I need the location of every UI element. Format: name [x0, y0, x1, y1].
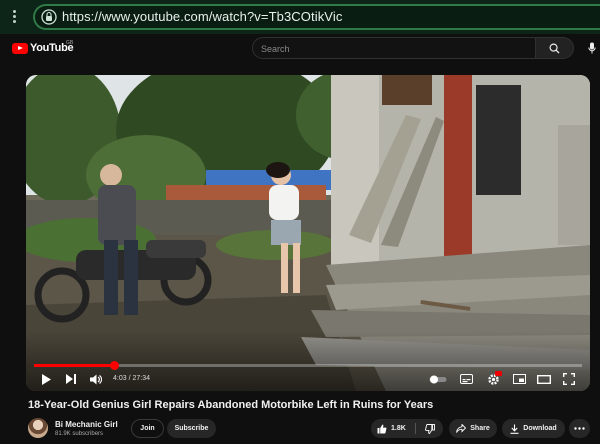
channel-name[interactable]: Bi Mechanic Girl — [55, 420, 118, 429]
download-button[interactable]: Download — [502, 419, 565, 438]
download-icon — [510, 424, 519, 434]
like-count: 1.8K — [391, 425, 406, 432]
fullscreen-icon — [563, 373, 575, 385]
video-player[interactable]: 4:03 / 27:34 — [26, 75, 590, 391]
share-button[interactable]: Share — [449, 419, 497, 438]
thumbs-up-icon — [377, 424, 387, 433]
subtitles-button[interactable] — [458, 370, 474, 388]
video-title: 18-Year-Old Genius Girl Repairs Abandone… — [28, 399, 434, 411]
subscriber-count: 81.9K subscribers — [55, 431, 104, 437]
url-text[interactable]: https://www.youtube.com/watch?v=Tb3COtik… — [62, 9, 342, 24]
next-button[interactable] — [63, 370, 79, 388]
autoplay-toggle-icon — [429, 375, 447, 383]
youtube-play-logo-icon — [12, 42, 28, 54]
next-icon — [65, 374, 76, 384]
miniplayer-button[interactable] — [511, 370, 527, 388]
subtitles-icon — [459, 374, 473, 384]
volume-button[interactable] — [88, 370, 104, 388]
share-label: Share — [470, 425, 490, 432]
scrubber-handle[interactable] — [110, 361, 119, 370]
search-input[interactable] — [261, 42, 521, 55]
browser-toolbar: https://www.youtube.com/watch?v=Tb3COtik… — [0, 0, 600, 34]
miniplayer-icon — [512, 374, 526, 384]
youtube-logo[interactable]: YouTube — [12, 42, 74, 54]
dislike-button[interactable] — [417, 419, 443, 438]
volume-icon — [90, 374, 102, 384]
controls-gradient — [26, 331, 590, 391]
progress-played — [34, 364, 114, 367]
youtube-header: YouTube GB — [0, 34, 600, 64]
region-code: GB — [66, 40, 74, 46]
site-info-icon[interactable] — [41, 9, 57, 25]
join-button[interactable]: Join — [131, 419, 164, 438]
theater-icon — [537, 374, 551, 384]
like-dislike-group: 1.8K — [371, 419, 443, 438]
theater-mode-button[interactable] — [536, 370, 552, 388]
search-icon — [549, 43, 560, 54]
time-display: 4:03 / 27:34 — [113, 375, 150, 382]
subscribe-label: Subscribe — [174, 425, 209, 432]
microphone-icon — [587, 42, 596, 54]
more-actions-button[interactable] — [569, 419, 590, 438]
fullscreen-button[interactable] — [561, 370, 577, 388]
play-icon — [42, 373, 51, 385]
progress-bar[interactable] — [34, 361, 582, 370]
like-divider — [415, 423, 416, 434]
channel-avatar[interactable] — [28, 418, 48, 438]
join-label: Join — [140, 425, 155, 432]
settings-button[interactable] — [484, 370, 502, 388]
voice-search-button[interactable] — [583, 38, 600, 58]
search-box[interactable] — [252, 37, 536, 59]
search-button[interactable] — [536, 37, 574, 59]
hd-badge-icon — [495, 371, 502, 376]
subscribe-button[interactable]: Subscribe — [167, 419, 216, 438]
thumbs-down-icon — [425, 423, 435, 434]
more-horizontal-icon — [574, 427, 585, 430]
like-button[interactable]: 1.8K — [371, 419, 415, 438]
browser-menu-icon[interactable] — [7, 8, 21, 26]
autoplay-toggle[interactable] — [428, 370, 448, 388]
play-button[interactable] — [38, 370, 54, 388]
share-icon — [456, 424, 467, 433]
download-label: Download — [523, 425, 557, 432]
